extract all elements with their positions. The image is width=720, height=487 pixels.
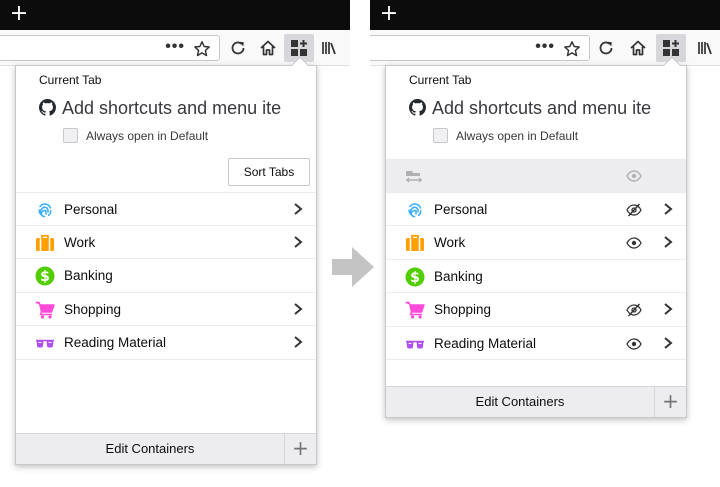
eye-icon[interactable] <box>626 236 642 250</box>
containers-panel: Current Tab Add shortcuts and menu ite A… <box>15 56 317 465</box>
eye-icon[interactable] <box>626 337 642 351</box>
add-container-button[interactable]: + <box>654 387 686 417</box>
home-icon[interactable] <box>258 38 278 58</box>
screenshot-after: + ••• Current Tab Add shortcuts and menu… <box>370 0 720 487</box>
eye-slash-icon[interactable] <box>626 303 642 317</box>
url-bar[interactable]: ••• <box>370 35 590 61</box>
container-name: Work <box>64 234 96 250</box>
container-list: Personal Work $ Banking Shopping Reading… <box>16 192 316 360</box>
edit-containers-button[interactable]: Edit Containers <box>16 434 284 464</box>
new-tab-button[interactable]: + <box>378 3 400 26</box>
checkbox-box[interactable] <box>63 128 78 143</box>
chevron-right-icon[interactable] <box>662 302 674 316</box>
container-name: Personal <box>64 202 118 217</box>
container-item-banking[interactable]: $ Banking <box>16 259 316 293</box>
container-item-shopping[interactable]: Shopping <box>386 293 686 327</box>
bookmark-star-icon[interactable] <box>563 40 581 58</box>
current-tab-name: Add shortcuts and menu ite <box>62 98 282 118</box>
container-item-work[interactable]: Work <box>386 226 686 260</box>
dollar-icon: $ <box>35 266 55 286</box>
chevron-right-icon[interactable] <box>292 202 304 216</box>
container-item-shopping[interactable]: Shopping <box>16 293 316 326</box>
current-tab-row: Add shortcuts and menu ite <box>409 97 669 119</box>
container-name: Reading Material <box>64 335 167 350</box>
container-name: Shopping <box>64 301 122 317</box>
container-item-personal[interactable]: Personal <box>386 193 686 226</box>
hide-tabs-row[interactable] <box>386 159 686 193</box>
current-tab-heading: Current Tab <box>39 73 102 87</box>
container-list: Personal Work $ Banking Shopping Reading… <box>386 159 686 360</box>
multi-account-containers-icon <box>663 40 679 56</box>
arrow-right-icon <box>332 247 374 287</box>
glasses-icon <box>405 334 425 354</box>
containers-panel: Current Tab Add shortcuts and menu ite A… <box>385 56 687 418</box>
briefcase-icon <box>405 233 425 253</box>
screenshot-before: + ••• Current Tab Add shortcuts and menu… <box>0 0 350 487</box>
github-icon <box>409 99 426 116</box>
page-actions-icon[interactable]: ••• <box>165 39 185 55</box>
hide-tabs-icon <box>404 167 424 187</box>
chevron-right-icon[interactable] <box>292 335 304 349</box>
dollar-icon: $ <box>405 267 425 287</box>
container-item-banking[interactable]: $ Banking <box>386 260 686 293</box>
container-name: Banking <box>64 268 113 283</box>
fingerprint-icon <box>35 200 55 220</box>
sort-tabs-button[interactable]: Sort Tabs <box>228 158 310 186</box>
tab-strip: + <box>0 0 350 30</box>
chevron-right-icon[interactable] <box>292 302 304 316</box>
new-tab-button[interactable]: + <box>8 3 30 26</box>
panel-footer: Edit Containers + <box>16 433 316 464</box>
tab-strip: + <box>370 0 720 30</box>
chevron-right-icon[interactable] <box>662 235 674 249</box>
library-icon[interactable] <box>696 38 716 58</box>
svg-text:$: $ <box>40 269 50 285</box>
svg-text:$: $ <box>410 270 420 286</box>
container-item-reading-material[interactable]: Reading Material <box>386 327 686 360</box>
current-tab-name: Add shortcuts and menu ite <box>432 98 652 118</box>
container-name: Reading Material <box>434 335 537 351</box>
bookmark-star-icon[interactable] <box>193 40 211 58</box>
add-container-button[interactable]: + <box>284 434 316 464</box>
reload-icon[interactable] <box>228 38 248 58</box>
library-icon[interactable] <box>320 38 340 58</box>
container-name: Banking <box>434 268 483 284</box>
current-tab-row: Add shortcuts and menu ite <box>39 97 299 119</box>
chevron-right-icon[interactable] <box>662 336 674 350</box>
cart-icon <box>405 300 425 320</box>
url-bar[interactable]: ••• <box>0 35 220 61</box>
fingerprint-icon <box>405 200 425 220</box>
glasses-icon <box>35 333 55 353</box>
checkbox-box[interactable] <box>433 128 448 143</box>
reload-icon[interactable] <box>596 38 616 58</box>
github-icon <box>39 99 56 116</box>
current-tab-heading: Current Tab <box>409 73 472 87</box>
container-item-personal[interactable]: Personal <box>16 192 316 226</box>
always-open-label: Always open in Default <box>86 129 209 143</box>
edit-containers-button[interactable]: Edit Containers <box>386 387 654 417</box>
home-icon[interactable] <box>628 38 648 58</box>
container-item-reading-material[interactable]: Reading Material <box>16 326 316 360</box>
chevron-right-icon[interactable] <box>292 235 304 249</box>
chevron-right-icon[interactable] <box>662 202 674 216</box>
eye-icon[interactable] <box>626 169 642 183</box>
cart-icon <box>35 300 55 320</box>
container-name: Personal <box>434 201 488 217</box>
container-name: Shopping <box>434 302 492 317</box>
eye-slash-icon[interactable] <box>626 203 642 217</box>
container-item-work[interactable]: Work <box>16 226 316 259</box>
page-actions-icon[interactable]: ••• <box>535 39 555 55</box>
container-name: Work <box>434 235 466 250</box>
panel-footer: Edit Containers + <box>386 386 686 417</box>
multi-account-containers-icon <box>291 40 307 56</box>
always-open-label: Always open in Default <box>456 129 579 143</box>
briefcase-icon <box>35 233 55 253</box>
